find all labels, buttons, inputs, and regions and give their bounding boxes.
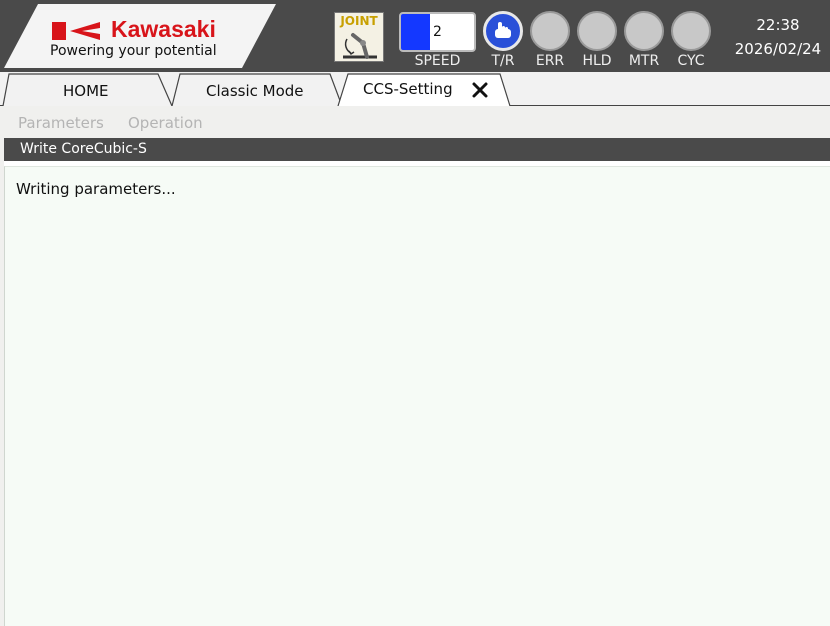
- panel-title: Write CoreCubic-S: [20, 141, 147, 157]
- brand-logo: Kawasaki Powering your potential: [4, 4, 276, 68]
- robot-arm-icon: [343, 33, 377, 59]
- hld-lamp-label: HLD: [582, 53, 612, 69]
- speed-fill-bar: [401, 14, 431, 50]
- tr-lamp-label: T/R: [491, 53, 515, 69]
- tab-home[interactable]: HOME: [9, 72, 159, 106]
- tr-lamp-button[interactable]: [483, 11, 523, 51]
- menu-operation[interactable]: Operation: [128, 114, 203, 132]
- cyc-lamp: [671, 11, 711, 51]
- tab-home-label: HOME: [63, 82, 109, 100]
- tab-classic-mode-label: Classic Mode: [206, 82, 304, 100]
- speed-indicator[interactable]: 2: [399, 12, 476, 52]
- hand-pointer-icon: [495, 22, 511, 38]
- brand-name: Kawasaki: [111, 16, 216, 42]
- hld-lamp: [577, 11, 617, 51]
- speed-value: 2: [433, 24, 442, 40]
- clock-date: 2026/02/24: [734, 40, 822, 58]
- tab-bar: HOME Classic Mode CCS-Setting: [0, 72, 830, 106]
- status-message: Writing parameters...: [16, 180, 176, 198]
- menu-parameters[interactable]: Parameters: [18, 114, 104, 132]
- brand-tagline: Powering your potential: [50, 43, 217, 59]
- clock-time: 22:38: [756, 16, 800, 34]
- joint-mode-button[interactable]: JOINT: [334, 12, 384, 62]
- err-lamp-label: ERR: [535, 53, 565, 69]
- kawasaki-river-mark-icon: [52, 22, 100, 40]
- cyc-lamp-label: CYC: [677, 53, 705, 69]
- mtr-lamp: [624, 11, 664, 51]
- close-tab-icon[interactable]: [470, 80, 490, 100]
- panel-header: Write CoreCubic-S: [4, 138, 830, 161]
- tab-ccs-setting-label: CCS-Setting: [363, 80, 453, 98]
- mtr-lamp-label: MTR: [628, 53, 660, 69]
- status-bar: Kawasaki Powering your potential JOINT 2…: [0, 0, 830, 72]
- err-lamp: [530, 11, 570, 51]
- speed-label: SPEED: [414, 53, 461, 69]
- panel-body: Writing parameters...: [4, 166, 830, 626]
- tab-classic-mode[interactable]: Classic Mode: [180, 72, 330, 106]
- menu-bar: Parameters Operation: [0, 106, 830, 138]
